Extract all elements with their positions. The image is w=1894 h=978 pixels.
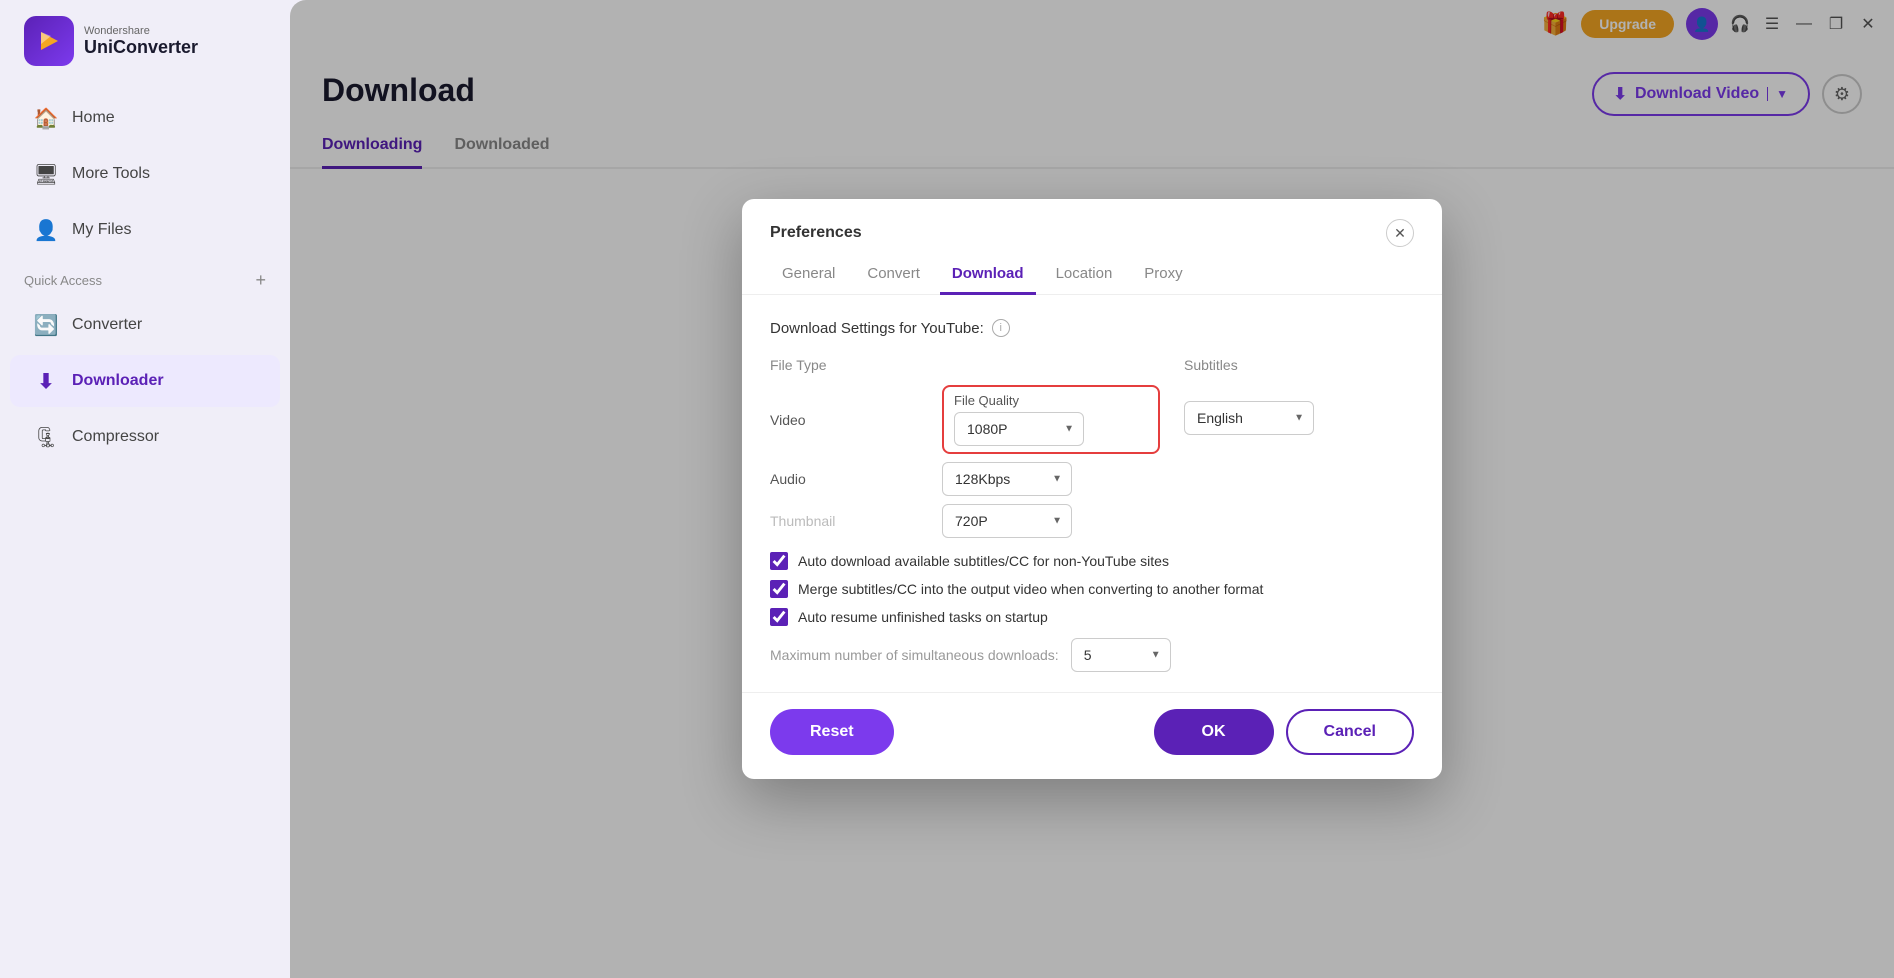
modal-tab-general[interactable]: General <box>770 255 847 295</box>
sidebar-item-downloader[interactable]: ⬇ Downloader <box>10 355 280 407</box>
video-quality-select[interactable]: 4K 1080P 720P 480P 360P <box>954 412 1084 446</box>
sidebar-item-compressor-label: Compressor <box>72 428 159 446</box>
main-content: 🎁 Upgrade 👤 🎧 ☰ — ❐ ✕ Download ⬇ Downloa… <box>290 0 1894 978</box>
checkbox-auto-subtitles-row: Auto download available subtitles/CC for… <box>770 552 1414 570</box>
sidebar-item-downloader-label: Downloader <box>72 372 164 390</box>
sidebar-item-compressor[interactable]: 🗜 Compressor <box>10 411 280 463</box>
quick-access-add-button[interactable]: + <box>255 270 266 291</box>
sidebar-item-home[interactable]: 🏠 Home <box>10 92 280 144</box>
video-label: Video <box>770 381 930 458</box>
file-type-header: File Type <box>770 357 930 381</box>
brand-name: Wondershare <box>84 25 198 37</box>
video-quality-wrapper: 4K 1080P 720P 480P 360P ▼ <box>954 412 1084 446</box>
modal-close-button[interactable]: ✕ <box>1386 219 1414 247</box>
max-downloads-select[interactable]: 1 2 3 4 5 6 7 8 <box>1071 638 1171 672</box>
sidebar-item-more-tools-label: More Tools <box>72 165 150 183</box>
quick-access-label: Quick Access <box>24 273 102 288</box>
checkbox-auto-resume[interactable] <box>770 608 788 626</box>
compressor-icon: 🗜 <box>34 425 58 449</box>
max-downloads-row: Maximum number of simultaneous downloads… <box>770 638 1414 672</box>
sidebar-item-home-label: Home <box>72 109 115 127</box>
my-files-icon: 👤 <box>34 218 58 242</box>
file-quality-inner-label: File Quality <box>954 393 1148 408</box>
modal-tab-location[interactable]: Location <box>1044 255 1125 295</box>
modal-tab-convert[interactable]: Convert <box>855 255 932 295</box>
cancel-button[interactable]: Cancel <box>1286 709 1414 755</box>
info-icon[interactable]: i <box>992 319 1010 337</box>
thumbnail-quality-select[interactable]: 1080P 720P 480P <box>942 504 1072 538</box>
checkbox-auto-subtitles[interactable] <box>770 552 788 570</box>
ok-button[interactable]: OK <box>1154 709 1274 755</box>
home-icon: 🏠 <box>34 106 58 130</box>
checkbox-merge-subtitles-row: Merge subtitles/CC into the output video… <box>770 580 1414 598</box>
section-label: Download Settings for YouTube: i <box>770 319 1414 337</box>
audio-label: Audio <box>770 458 930 500</box>
sidebar-item-my-files[interactable]: 👤 My Files <box>10 204 280 256</box>
sidebar-item-converter[interactable]: 🔄 Converter <box>10 299 280 351</box>
modal-footer: Reset OK Cancel <box>742 692 1442 779</box>
subtitles-header: Subtitles <box>1172 357 1414 381</box>
sidebar-item-my-files-label: My Files <box>72 221 132 239</box>
thumbnail-quality-wrapper: 1080P 720P 480P ▼ <box>942 504 1072 538</box>
modal-tab-bar: General Convert Download Location Proxy <box>742 255 1442 295</box>
subtitles-wrapper: English Spanish French Auto ▼ <box>1184 401 1314 435</box>
downloader-icon: ⬇ <box>34 369 58 393</box>
logo-area: Wondershare UniConverter <box>0 16 290 90</box>
max-downloads-wrapper: 1 2 3 4 5 6 7 8 ▼ <box>1071 638 1171 672</box>
audio-quality-select[interactable]: 320Kbps 256Kbps 192Kbps 128Kbps 64Kbps <box>942 462 1072 496</box>
converter-icon: 🔄 <box>34 313 58 337</box>
sidebar: Wondershare UniConverter 🏠 Home 🖥 More T… <box>0 0 290 978</box>
checkbox-auto-subtitles-label: Auto download available subtitles/CC for… <box>798 553 1169 569</box>
app-logo-icon <box>24 16 74 66</box>
sidebar-item-converter-label: Converter <box>72 316 142 334</box>
logo-text: Wondershare UniConverter <box>84 25 198 58</box>
product-name: UniConverter <box>84 37 198 58</box>
modal-tab-download[interactable]: Download <box>940 255 1036 295</box>
subtitles-select[interactable]: English Spanish French Auto <box>1184 401 1314 435</box>
reset-button[interactable]: Reset <box>770 709 894 755</box>
file-quality-header <box>930 357 1172 381</box>
quick-access-header: Quick Access + <box>0 258 290 297</box>
preferences-modal: Preferences ✕ General Convert Download L… <box>742 199 1442 779</box>
footer-right-buttons: OK Cancel <box>1154 709 1414 755</box>
modal-overlay[interactable]: Preferences ✕ General Convert Download L… <box>290 0 1894 978</box>
max-downloads-label: Maximum number of simultaneous downloads… <box>770 647 1059 663</box>
checkbox-merge-subtitles[interactable] <box>770 580 788 598</box>
sidebar-item-more-tools[interactable]: 🖥 More Tools <box>10 148 280 200</box>
audio-quality-wrapper: 320Kbps 256Kbps 192Kbps 128Kbps 64Kbps ▼ <box>942 462 1072 496</box>
thumbnail-label: Thumbnail <box>770 500 930 542</box>
section-label-text: Download Settings for YouTube: <box>770 320 984 337</box>
modal-header: Preferences ✕ <box>742 199 1442 247</box>
more-tools-icon: 🖥 <box>34 162 58 186</box>
modal-body: Download Settings for YouTube: i File Ty… <box>742 295 1442 692</box>
file-quality-highlighted-box: File Quality 4K 1080P 720P 480P 360P <box>942 385 1160 454</box>
checkbox-auto-resume-row: Auto resume unfinished tasks on startup <box>770 608 1414 626</box>
checkbox-merge-subtitles-label: Merge subtitles/CC into the output video… <box>798 581 1263 597</box>
modal-title: Preferences <box>770 224 862 242</box>
checkbox-auto-resume-label: Auto resume unfinished tasks on startup <box>798 609 1048 625</box>
modal-tab-proxy[interactable]: Proxy <box>1132 255 1194 295</box>
